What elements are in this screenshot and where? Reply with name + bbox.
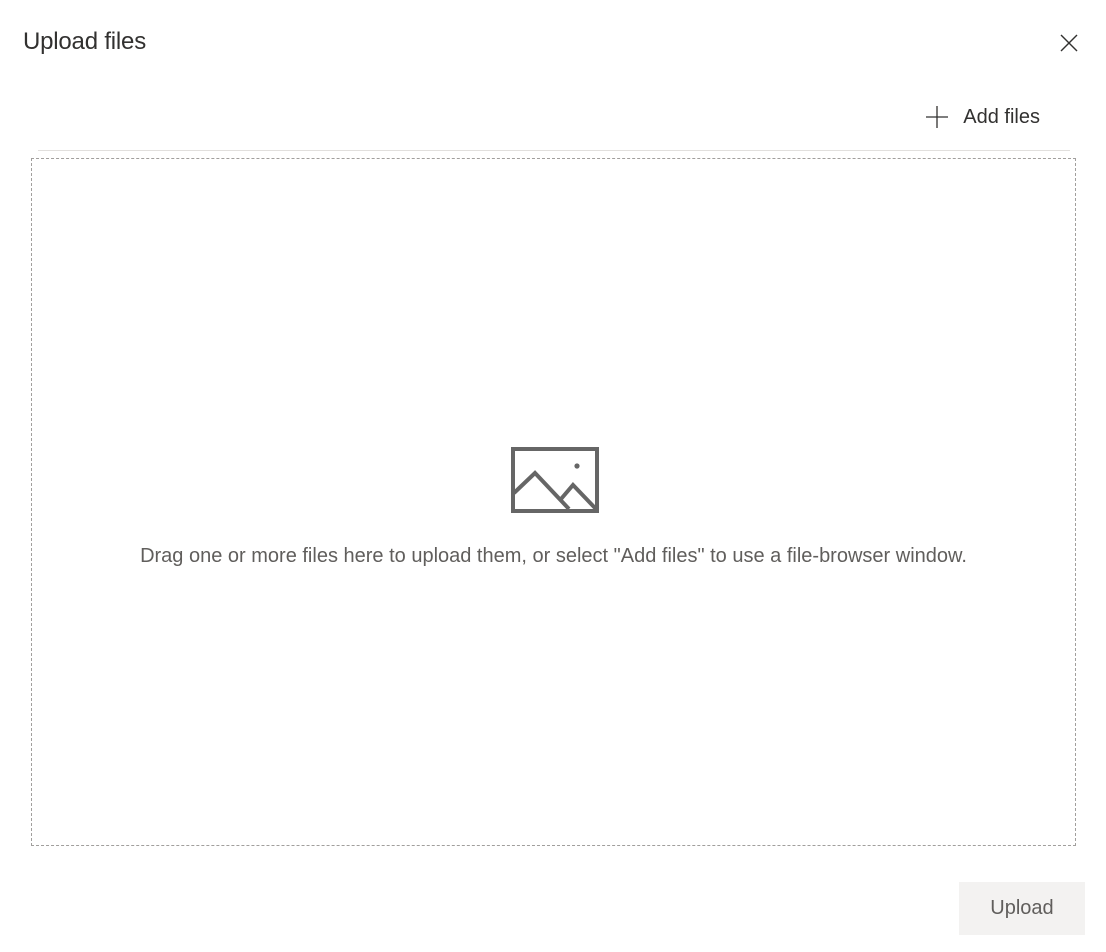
file-drop-zone[interactable]: Drag one or more files here to upload th… (31, 158, 1076, 846)
image-placeholder-icon (511, 447, 599, 513)
add-files-button[interactable]: Add files (925, 95, 1040, 139)
close-icon (1060, 34, 1078, 52)
add-files-label: Add files (963, 105, 1040, 128)
drop-zone-instructions: Drag one or more files here to upload th… (140, 545, 967, 567)
dialog-toolbar: Add files (38, 95, 1070, 151)
upload-files-dialog: Upload files Add files Drag one or more … (0, 0, 1106, 952)
plus-icon (925, 105, 949, 129)
close-button[interactable] (1054, 28, 1084, 58)
dialog-title: Upload files (23, 28, 147, 55)
upload-button[interactable]: Upload (959, 882, 1085, 935)
